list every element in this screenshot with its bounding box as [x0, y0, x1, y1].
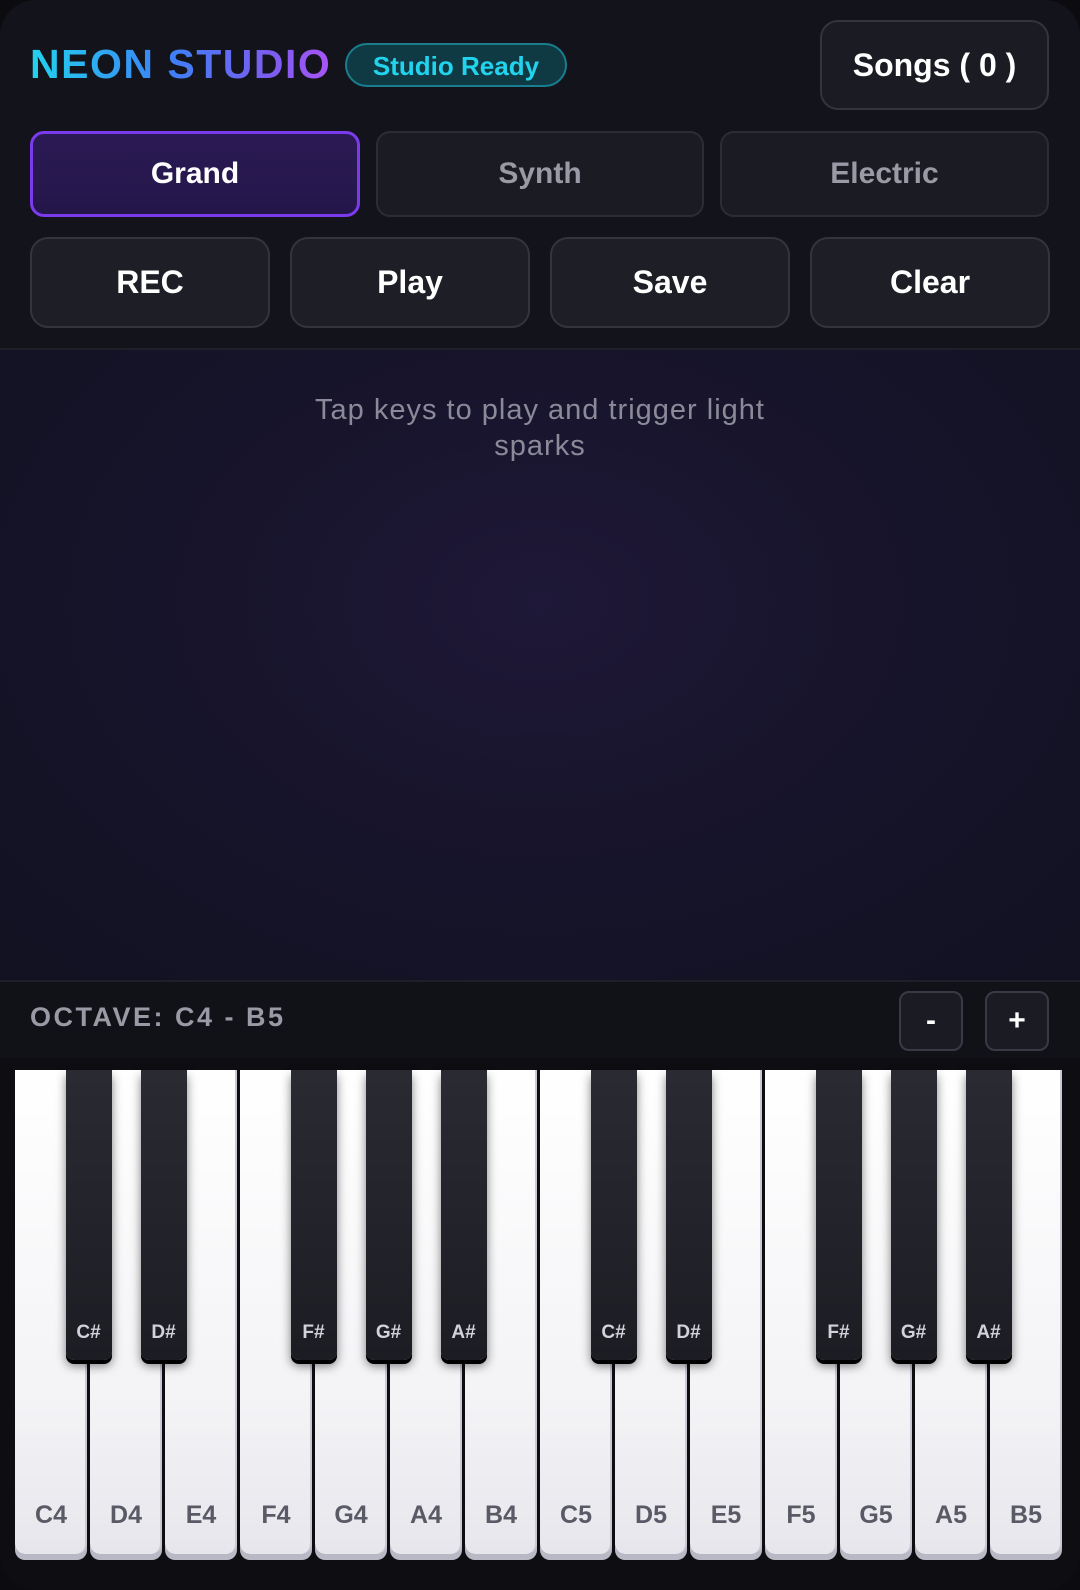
- piano-keyboard: C4 D4 E4 F4 G4 A4 B4 C5 D5 E5 F5 G5 A5 B5 C# D# F# G# A# C#…: [0, 1058, 1080, 1590]
- black-key-label: A#: [451, 1322, 476, 1343]
- black-key-d-sharp-6[interactable]: D#: [665, 1070, 712, 1360]
- black-key-label: G#: [900, 1322, 927, 1343]
- songs-button[interactable]: Songs ( 0 ): [820, 20, 1049, 110]
- black-key-label: D#: [151, 1322, 176, 1343]
- black-key-label: F#: [827, 1322, 850, 1343]
- mode-synth-button[interactable]: Synth: [376, 131, 704, 217]
- header: NEON STUDIO Studio Ready Songs ( 0 ) Gra…: [0, 0, 1080, 350]
- white-key-label: D4: [110, 1501, 142, 1529]
- white-key-label: A4: [410, 1501, 442, 1529]
- white-key-label: D5: [635, 1501, 667, 1529]
- play-button[interactable]: Play: [290, 237, 530, 328]
- black-key-label: G#: [375, 1322, 402, 1343]
- black-key-c-sharp-0[interactable]: C#: [65, 1070, 112, 1360]
- white-key-label: F4: [261, 1501, 291, 1529]
- white-key-label: C4: [35, 1501, 67, 1529]
- black-key-f-sharp-7[interactable]: F#: [815, 1070, 862, 1360]
- status-badge: Studio Ready: [345, 43, 567, 87]
- white-key-label: A5: [935, 1501, 967, 1529]
- white-key-label: G5: [859, 1501, 893, 1529]
- black-key-g-sharp-3[interactable]: G#: [365, 1070, 412, 1360]
- black-key-d-sharp-1[interactable]: D#: [140, 1070, 187, 1360]
- black-key-f-sharp-2[interactable]: F#: [290, 1070, 337, 1360]
- black-key-a-sharp-9[interactable]: A#: [965, 1070, 1012, 1360]
- octave-down-button[interactable]: -: [899, 991, 963, 1051]
- white-key-label: E4: [185, 1501, 217, 1529]
- app-window: NEON STUDIO Studio Ready Songs ( 0 ) Gra…: [0, 0, 1080, 1590]
- piano-key-bed: C4 D4 E4 F4 G4 A4 B4 C5 D5 E5 F5 G5 A5 B5 C# D# F# G# A# C#…: [15, 1070, 1065, 1570]
- black-key-c-sharp-5[interactable]: C#: [590, 1070, 637, 1360]
- black-key-label: A#: [976, 1322, 1001, 1343]
- white-key-label: G4: [334, 1501, 368, 1529]
- white-key-label: B5: [1010, 1501, 1042, 1529]
- rec-button[interactable]: REC: [30, 237, 270, 328]
- clear-button[interactable]: Clear: [810, 237, 1050, 328]
- white-key-label: E5: [710, 1501, 742, 1529]
- white-key-label: B4: [485, 1501, 517, 1529]
- visualizer-area: Tap keys to play and trigger light spark…: [0, 350, 1080, 980]
- black-key-a-sharp-4[interactable]: A#: [440, 1070, 487, 1360]
- mode-electric-button[interactable]: Electric: [720, 131, 1049, 217]
- black-key-g-sharp-8[interactable]: G#: [890, 1070, 937, 1360]
- mode-grand-button[interactable]: Grand: [30, 131, 360, 217]
- black-key-label: C#: [76, 1322, 101, 1343]
- octave-label: OCTAVE: C4 - B5: [30, 1002, 286, 1032]
- white-key-label: C5: [560, 1501, 592, 1529]
- black-key-label: C#: [601, 1322, 626, 1343]
- octave-up-button[interactable]: +: [985, 991, 1049, 1051]
- visualizer-hint: Tap keys to play and trigger light spark…: [315, 394, 765, 462]
- white-key-label: F5: [786, 1501, 816, 1529]
- black-key-label: D#: [676, 1322, 701, 1343]
- save-button[interactable]: Save: [550, 237, 790, 328]
- brand-title: NEON STUDIO: [30, 38, 331, 90]
- octave-bar: OCTAVE: C4 - B5 - +: [0, 980, 1080, 1060]
- black-key-label: F#: [302, 1322, 325, 1343]
